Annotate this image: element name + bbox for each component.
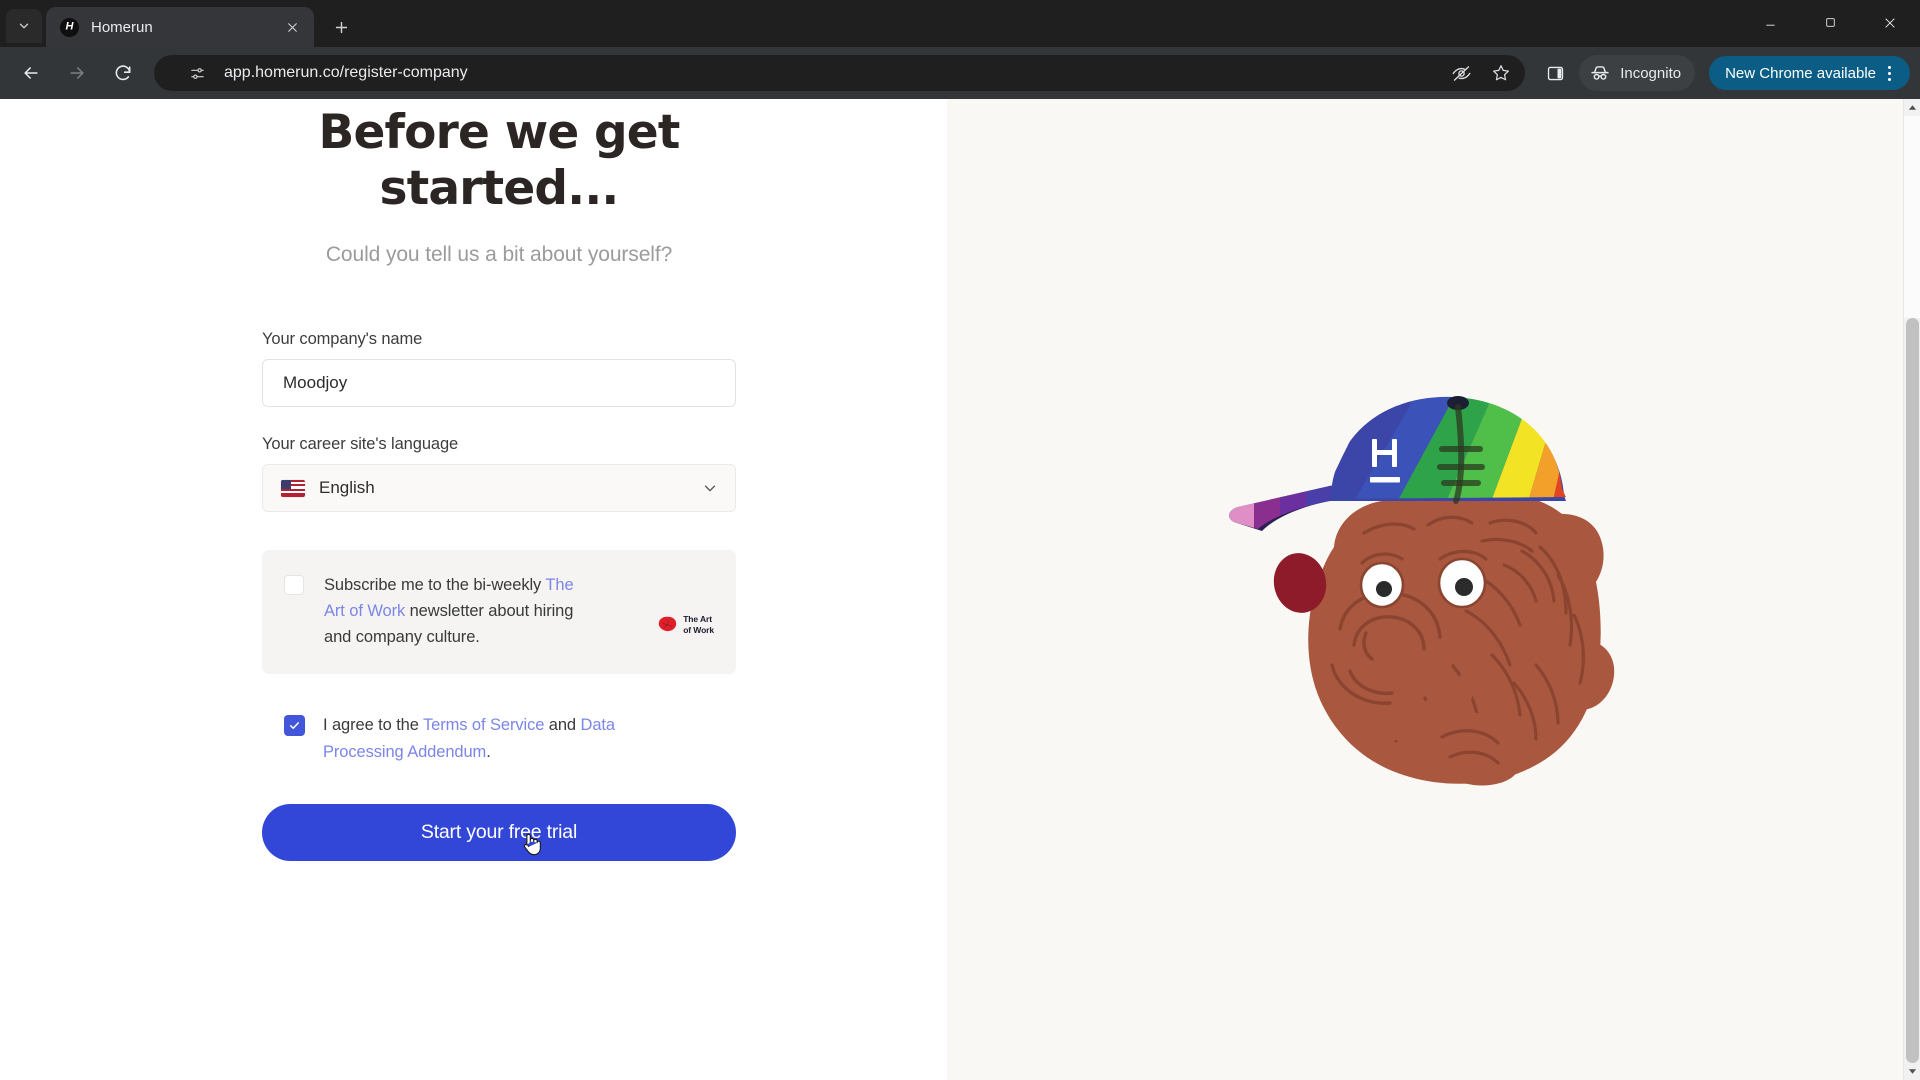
terms-text-before: I agree to the xyxy=(323,716,424,734)
minimize-button[interactable] xyxy=(1740,0,1800,45)
browser-window: H Homerun app.homerun.co/register-compan… xyxy=(0,0,1920,1080)
favicon-letter: H xyxy=(65,20,74,32)
art-of-work-logo: The Art of Work xyxy=(658,614,714,635)
terms-text: I agree to the Terms of Service and Data… xyxy=(323,712,691,766)
three-dot-menu-icon[interactable] xyxy=(1876,58,1902,88)
tune-icon xyxy=(190,67,204,79)
language-select[interactable]: English xyxy=(262,464,736,512)
scrollbar-track[interactable] xyxy=(1904,116,1920,318)
newsletter-optin-box[interactable]: Subscribe me to the bi-weekly The Art of… xyxy=(262,550,736,674)
page-viewport: Before we get started... Could you tell … xyxy=(0,99,1920,1080)
scrollbar-up-button[interactable] xyxy=(1904,99,1920,116)
window-controls xyxy=(1740,0,1920,45)
maximize-icon xyxy=(1825,18,1835,27)
language-group: Your career site's language English xyxy=(262,435,736,512)
chevron-down-icon xyxy=(704,485,716,492)
registration-page: Before we get started... Could you tell … xyxy=(0,99,1920,1080)
tracking-protection-button[interactable] xyxy=(1441,55,1481,91)
side-panel-button[interactable] xyxy=(1535,53,1575,93)
back-button[interactable] xyxy=(12,54,50,92)
forward-button[interactable] xyxy=(58,54,96,92)
chevron-down-icon xyxy=(19,23,29,29)
eye-slash-icon xyxy=(1452,65,1471,81)
language-value: English xyxy=(319,478,375,497)
page-title: Before we get started... xyxy=(318,105,680,216)
incognito-hat-icon xyxy=(1591,66,1609,80)
new-tab-button[interactable] xyxy=(324,10,358,44)
tab-favicon: H xyxy=(60,17,79,37)
bulldog-with-rainbow-cap-illustration xyxy=(1214,365,1654,795)
illustration-pane xyxy=(947,99,1920,1080)
tab-strip: H Homerun xyxy=(0,0,1920,47)
terms-checkbox[interactable] xyxy=(284,715,305,736)
terms-text-after: . xyxy=(486,743,491,761)
terms-agreement-row[interactable]: I agree to the Terms of Service and Data… xyxy=(262,712,736,766)
us-flag-icon xyxy=(281,479,305,497)
art-of-work-logo-text: The Art of Work xyxy=(683,614,714,635)
close-icon xyxy=(287,22,297,32)
aow-line-2: of Work xyxy=(683,624,714,635)
language-label: Your career site's language xyxy=(262,435,459,453)
tab-search-button[interactable] xyxy=(6,9,42,43)
bookmark-button[interactable] xyxy=(1481,55,1521,91)
plus-icon xyxy=(335,21,347,33)
registration-form: Before we get started... Could you tell … xyxy=(262,99,736,861)
terms-of-service-link[interactable]: Terms of Service xyxy=(423,716,544,734)
close-window-button[interactable] xyxy=(1860,0,1920,45)
star-icon xyxy=(1493,65,1510,81)
url-text: app.homerun.co/register-company xyxy=(224,64,468,81)
newsletter-text-before: Subscribe me to the bi-weekly xyxy=(324,576,546,594)
side-panel-icon xyxy=(1547,66,1563,80)
triangle-up-icon xyxy=(1908,105,1917,110)
tab-close-button[interactable] xyxy=(280,15,304,39)
browser-toolbar: app.homerun.co/register-company Incognit… xyxy=(0,47,1920,99)
browser-tab[interactable]: H Homerun xyxy=(46,7,314,47)
terms-text-middle: and xyxy=(544,716,581,734)
minimize-icon xyxy=(1765,24,1775,26)
page-subtitle: Could you tell us a bit about yourself? xyxy=(325,243,673,266)
arrow-left-icon xyxy=(24,67,38,79)
newsletter-text: Subscribe me to the bi-weekly The Art of… xyxy=(324,572,579,650)
arrow-right-icon xyxy=(70,67,84,79)
address-bar[interactable]: app.homerun.co/register-company xyxy=(154,55,1526,91)
start-free-trial-button[interactable]: Start your free trial xyxy=(262,804,736,861)
maximize-button[interactable] xyxy=(1800,0,1860,45)
reload-icon xyxy=(115,65,131,81)
form-pane: Before we get started... Could you tell … xyxy=(0,99,947,1080)
chrome-update-button[interactable]: New Chrome available xyxy=(1709,56,1910,90)
tab-title: Homerun xyxy=(91,18,153,36)
company-name-label: Your company's name xyxy=(262,330,423,348)
reload-button[interactable] xyxy=(104,54,142,92)
page-scrollbar[interactable] xyxy=(1903,99,1920,1080)
aow-line-1: The Art xyxy=(683,614,712,624)
check-icon xyxy=(289,722,300,730)
close-icon xyxy=(1885,17,1895,28)
site-info-button[interactable] xyxy=(184,60,210,86)
newsletter-checkbox[interactable] xyxy=(284,575,304,595)
company-name-input[interactable]: Moodjoy xyxy=(262,359,736,407)
scrollbar-thumb[interactable] xyxy=(1906,318,1919,1063)
incognito-label: Incognito xyxy=(1620,64,1682,82)
omnibox-actions xyxy=(1441,55,1521,91)
art-of-work-splat-icon xyxy=(658,616,677,631)
scrollbar-down-button[interactable] xyxy=(1904,1063,1920,1080)
company-name-group: Your company's name Moodjoy xyxy=(262,330,736,407)
triangle-down-icon xyxy=(1908,1069,1917,1074)
update-label: New Chrome available xyxy=(1725,64,1876,82)
incognito-indicator[interactable]: Incognito xyxy=(1579,55,1696,91)
cta-label: Start your free trial xyxy=(420,821,578,843)
